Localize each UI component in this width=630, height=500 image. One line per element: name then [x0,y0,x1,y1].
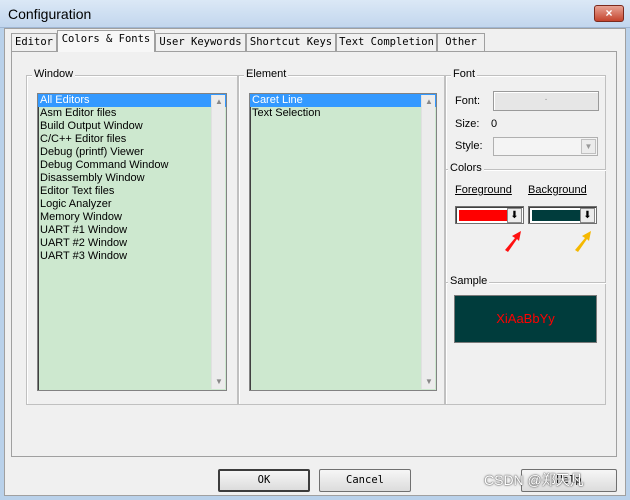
window-list-item[interactable]: All Editors [38,94,226,107]
window-list-item[interactable]: UART #2 Window [38,237,226,250]
window-listbox-scrollbar[interactable]: ▲ ▼ [211,95,225,389]
window-list-item[interactable]: Debug Command Window [38,159,226,172]
background-label: Background [528,184,587,196]
tab-shortcut-keys[interactable]: Shortcut Keys [246,33,336,51]
window-list-item[interactable]: C/C++ Editor files [38,133,226,146]
tab-editor[interactable]: Editor [11,33,57,51]
element-group-label: Element [244,68,289,80]
dialog-client: Editor Colors & Fonts User Keywords Shor… [4,28,626,496]
window-list-item[interactable]: Debug (printf) Viewer [38,146,226,159]
scroll-down-icon[interactable]: ▼ [422,375,436,389]
window-list-item[interactable]: Disassembly Window [38,172,226,185]
element-list-item[interactable]: Text Selection [250,107,436,120]
watermark: CSDN @郑天凡 [484,472,584,488]
foreground-color-picker[interactable]: ⬇ [455,206,524,224]
chevron-down-icon[interactable]: ▼ [581,139,596,154]
window-list-item[interactable]: Asm Editor files [38,107,226,120]
window-list-item[interactable]: UART #3 Window [38,250,226,263]
annotation-arrow-yellow-icon [575,231,591,252]
size-label: Size: [455,118,480,130]
titlebar: Configuration × [0,0,630,28]
font-group: Font Font: · Size: 0 Style: ▼ Colors For… [445,68,606,405]
tab-colors-fonts[interactable]: Colors & Fonts [57,30,155,52]
scroll-up-icon[interactable]: ▲ [422,95,436,109]
element-listbox[interactable]: Caret Line Text Selection ▲ ▼ [249,93,437,391]
colors-group: Colors Foreground Background ⬇ ⬇ [446,162,606,267]
element-listbox-scrollbar[interactable]: ▲ ▼ [421,95,435,389]
window-group: Window All Editors Asm Editor files Build … [26,68,238,405]
background-color-picker[interactable]: ⬇ [528,206,597,224]
window-listbox[interactable]: All Editors Asm Editor files Build Output … [37,93,227,391]
element-group: Element Caret Line Text Selection ▲ ▼ [238,68,445,405]
size-value: 0 [491,118,498,130]
colors-group-label: Colors [448,162,484,174]
style-combo[interactable]: ▼ [493,137,598,156]
font-select-button[interactable]: · [493,91,599,111]
window-list-item[interactable]: Build Output Window [38,120,226,133]
cancel-button[interactable]: Cancel [319,469,411,492]
window-list-item[interactable]: Editor Text files [38,185,226,198]
tab-other[interactable]: Other [437,33,485,51]
sample-preview: XiAaBbYy [454,295,597,343]
tab-user-keywords[interactable]: User Keywords [155,33,246,51]
element-list-item[interactable]: Caret Line [250,94,436,107]
font-group-label: Font [451,68,478,80]
tab-text-completion[interactable]: Text Completion [336,33,437,51]
window-list-item[interactable]: Memory Window [38,211,226,224]
tab-panel: Window All Editors Asm Editor files Build … [11,51,617,457]
dropdown-arrow-icon[interactable]: ⬇ [507,208,522,223]
background-swatch [532,210,582,221]
close-icon: × [605,6,613,20]
window-group-label: Window [32,68,76,80]
ok-button[interactable]: OK [218,469,310,492]
foreground-swatch [459,210,509,221]
dropdown-arrow-icon[interactable]: ⬇ [580,208,595,223]
annotation-arrow-red-icon [505,231,521,252]
window-title: Configuration [8,6,92,22]
sample-group-label: Sample [448,275,490,287]
font-label: Font: [455,95,481,107]
scroll-up-icon[interactable]: ▲ [212,95,226,109]
window-list-item[interactable]: UART #1 Window [38,224,226,237]
scroll-down-icon[interactable]: ▼ [212,375,226,389]
sample-group: Sample XiAaBbYy [446,275,606,352]
style-label: Style: [455,140,483,152]
foreground-label: Foreground [455,184,512,196]
close-button[interactable]: × [594,5,624,22]
window-list-item[interactable]: Logic Analyzer [38,198,226,211]
